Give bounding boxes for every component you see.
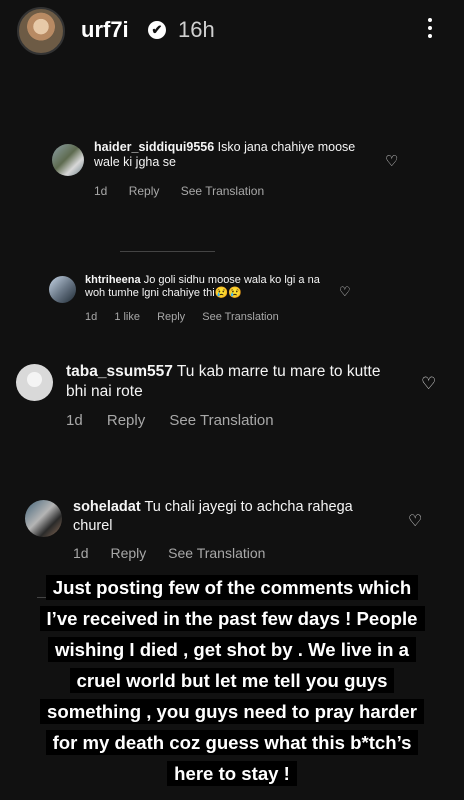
story-header: urf7i ✔ 16h (0, 0, 464, 62)
commenter-avatar[interactable] (25, 500, 62, 537)
comment-time: 1d (66, 412, 83, 429)
commenter-avatar[interactable] (49, 276, 76, 303)
comment-time: 1d (85, 311, 98, 323)
comment-username[interactable]: soheladat (73, 499, 141, 515)
see-translation-link[interactable]: See Translation (181, 184, 264, 198)
see-translation-link[interactable]: See Translation (168, 545, 265, 561)
comment-actions: 1d Reply See Translation (66, 412, 292, 429)
reply-button[interactable]: Reply (110, 545, 146, 561)
divider (120, 251, 215, 252)
comment-item-4: soheladat Tu chali jayegi to achcha rahe… (0, 498, 464, 568)
comment-body: haider_siddiqui9556 Isko jana chahiye mo… (94, 140, 369, 170)
comment-username[interactable]: haider_siddiqui9556 (94, 140, 214, 154)
like-heart-icon[interactable]: ♡ (385, 152, 398, 170)
comment-body: taba_ssum557 Tu kab marre tu mare to kut… (66, 362, 396, 402)
story-time: 16h (178, 17, 215, 42)
story-username[interactable]: urf7i (81, 17, 129, 43)
comment-username[interactable]: khtriheena (85, 274, 141, 286)
comment-body: soheladat Tu chali jayegi to achcha rahe… (73, 498, 373, 536)
comment-time: 1d (73, 545, 89, 561)
see-translation-link[interactable]: See Translation (202, 311, 278, 323)
comment-item-2: khtriheena Jo goli sidhu moose wala ko l… (0, 274, 464, 329)
like-heart-icon[interactable]: ♡ (339, 284, 351, 300)
more-dot-icon (428, 26, 432, 30)
like-heart-icon[interactable]: ♡ (421, 374, 436, 394)
comment-likes[interactable]: 1 like (114, 311, 140, 323)
comment-time: 1d (94, 184, 108, 198)
comment-body: khtriheena Jo goli sidhu moose wala ko l… (85, 274, 325, 300)
reply-button[interactable]: Reply (107, 412, 145, 429)
verified-badge-icon: ✔ (148, 21, 166, 39)
comment-actions: 1d Reply See Translation (94, 184, 282, 198)
more-options-button[interactable] (425, 14, 435, 42)
commenter-avatar[interactable] (16, 364, 53, 401)
reply-button[interactable]: Reply (157, 311, 185, 323)
more-dot-icon (428, 18, 432, 22)
commenter-avatar[interactable] (52, 144, 84, 176)
overlay-text: Just posting few of the comments which I… (39, 575, 425, 786)
profile-avatar[interactable] (17, 7, 65, 55)
comment-username[interactable]: taba_ssum557 (66, 363, 173, 380)
story-text-overlay: Just posting few of the comments which I… (32, 572, 432, 789)
like-heart-icon[interactable]: ♡ (408, 511, 422, 531)
comment-item-1: haider_siddiqui9556 Isko jana chahiye mo… (0, 140, 464, 200)
reply-button[interactable]: Reply (129, 184, 160, 198)
comment-actions: 1d 1 like Reply See Translation (85, 311, 297, 323)
see-translation-link[interactable]: See Translation (169, 412, 273, 429)
comment-actions: 1d Reply See Translation (73, 545, 283, 561)
comment-item-3: taba_ssum557 Tu kab marre tu mare to kut… (0, 362, 464, 437)
more-dot-icon (428, 34, 432, 38)
